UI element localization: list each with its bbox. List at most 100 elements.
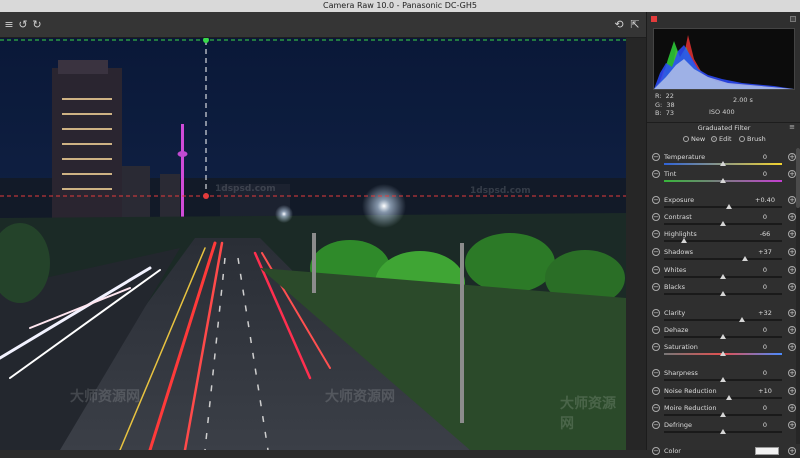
mode-edit[interactable]: Edit (711, 135, 732, 143)
clipping-warning-icon[interactable] (651, 16, 657, 22)
slider-value[interactable]: 0 (745, 325, 785, 335)
image-canvas[interactable]: 1dspsd.com 1dspsd.com 大师资源网 大师资源网 大师资源网 (0, 38, 626, 450)
minus-button[interactable]: − (652, 326, 660, 334)
plus-button[interactable]: + (788, 230, 796, 238)
slider-value[interactable]: 0 (745, 265, 785, 275)
cycle-icon[interactable]: ⟲ (612, 18, 626, 32)
minus-button[interactable]: − (652, 387, 660, 395)
slider-thumb[interactable] (720, 291, 726, 296)
slider-thumb[interactable] (720, 178, 726, 183)
slider-thumb[interactable] (681, 238, 688, 243)
slider-value[interactable]: 0 (745, 212, 785, 222)
plus-button[interactable]: + (788, 153, 796, 161)
plus-button[interactable]: + (788, 248, 796, 256)
minus-button[interactable]: − (652, 266, 660, 274)
slider-shadows[interactable]: − Shadows +37 + (647, 247, 800, 264)
slider-highlights[interactable]: − Highlights -66 + (647, 229, 800, 246)
slider-thumb[interactable] (720, 351, 726, 356)
slider-value[interactable]: -66 (745, 229, 785, 239)
slider-track[interactable] (664, 319, 782, 321)
minus-button[interactable]: − (652, 196, 660, 204)
slider-track[interactable] (664, 258, 782, 260)
radio-edit[interactable] (711, 136, 717, 142)
minus-button[interactable]: − (652, 170, 660, 178)
slider-sharpness[interactable]: − Sharpness 0 + (647, 368, 800, 385)
slider-thumb[interactable] (725, 204, 732, 209)
plus-button[interactable]: + (788, 309, 796, 317)
slider-value[interactable]: +0.40 (745, 195, 785, 205)
slider-temperature[interactable]: − Temperature 0 + (647, 152, 800, 169)
slider-thumb[interactable] (738, 317, 745, 322)
minus-button[interactable]: − (652, 230, 660, 238)
minus-button[interactable]: − (652, 404, 660, 412)
slider-value[interactable]: 0 (745, 282, 785, 292)
slider-thumb[interactable] (720, 161, 726, 166)
slider-thumb[interactable] (720, 274, 726, 279)
slider-tint[interactable]: − Tint 0 + (647, 169, 800, 186)
mode-new[interactable]: New (683, 135, 705, 143)
minus-button[interactable]: − (652, 343, 660, 351)
radio-new[interactable] (683, 136, 689, 142)
slider-dehaze[interactable]: − Dehaze 0 + (647, 325, 800, 342)
slider-moire-reduction[interactable]: − Moire Reduction 0 + (647, 403, 800, 420)
slider-value[interactable]: 0 (745, 368, 785, 378)
scrollbar-thumb[interactable] (796, 148, 800, 208)
slider-thumb[interactable] (720, 334, 726, 339)
slider-defringe[interactable]: − Defringe 0 + (647, 420, 800, 437)
minus-button[interactable]: − (652, 309, 660, 317)
plus-button[interactable]: + (788, 326, 796, 334)
highlight-clipping-icon[interactable] (790, 16, 796, 22)
plus-button[interactable]: + (788, 266, 796, 274)
slider-value[interactable]: +10 (745, 386, 785, 396)
slider-value[interactable]: 0 (745, 169, 785, 179)
plus-button[interactable]: + (788, 196, 796, 204)
mode-brush[interactable]: Brush (739, 135, 766, 143)
minus-button[interactable]: − (652, 283, 660, 291)
plus-button[interactable]: + (788, 404, 796, 412)
minus-button[interactable]: − (652, 153, 660, 161)
slider-value[interactable]: 0 (745, 152, 785, 162)
plus-button[interactable]: + (788, 421, 796, 429)
slider-blacks[interactable]: − Blacks 0 + (647, 282, 800, 299)
plus-button[interactable]: + (788, 283, 796, 291)
slider-value[interactable]: +32 (745, 308, 785, 318)
slider-thumb[interactable] (741, 256, 748, 261)
plus-button[interactable]: + (788, 170, 796, 178)
color-plus-button[interactable]: + (788, 447, 796, 455)
slider-thumb[interactable] (725, 395, 732, 400)
panel-scrollbar[interactable] (796, 148, 800, 444)
color-swatch[interactable] (755, 447, 779, 455)
slider-track[interactable] (664, 206, 782, 208)
slider-value[interactable]: 0 (745, 342, 785, 352)
radio-brush[interactable] (739, 136, 745, 142)
panel-menu-icon[interactable]: ≡ (789, 122, 795, 132)
slider-saturation[interactable]: − Saturation 0 + (647, 342, 800, 359)
color-minus-button[interactable]: − (652, 447, 660, 455)
slider-exposure[interactable]: − Exposure +0.40 + (647, 195, 800, 212)
slider-thumb[interactable] (720, 377, 726, 382)
minus-button[interactable]: − (652, 369, 660, 377)
plus-button[interactable]: + (788, 369, 796, 377)
slider-label: Exposure (664, 196, 695, 204)
slider-value[interactable]: 0 (745, 403, 785, 413)
plus-button[interactable]: + (788, 343, 796, 351)
slider-noise-reduction[interactable]: − Noise Reduction +10 + (647, 386, 800, 403)
rotate-cw-icon[interactable]: ↻ (30, 18, 44, 32)
plus-button[interactable]: + (788, 213, 796, 221)
slider-value[interactable]: +37 (745, 247, 785, 257)
slider-whites[interactable]: − Whites 0 + (647, 265, 800, 282)
slider-thumb[interactable] (720, 429, 726, 434)
slider-contrast[interactable]: − Contrast 0 + (647, 212, 800, 229)
rotate-ccw-icon[interactable]: ↺ (16, 18, 30, 32)
slider-clarity[interactable]: − Clarity +32 + (647, 308, 800, 325)
minus-button[interactable]: − (652, 421, 660, 429)
export-icon[interactable]: ⇱ (628, 18, 642, 32)
hamburger-menu-icon[interactable]: ≡ (2, 18, 16, 32)
slider-track[interactable] (664, 397, 782, 399)
minus-button[interactable]: − (652, 213, 660, 221)
minus-button[interactable]: − (652, 248, 660, 256)
slider-value[interactable]: 0 (745, 420, 785, 430)
plus-button[interactable]: + (788, 387, 796, 395)
slider-thumb[interactable] (720, 221, 726, 226)
slider-thumb[interactable] (720, 412, 726, 417)
